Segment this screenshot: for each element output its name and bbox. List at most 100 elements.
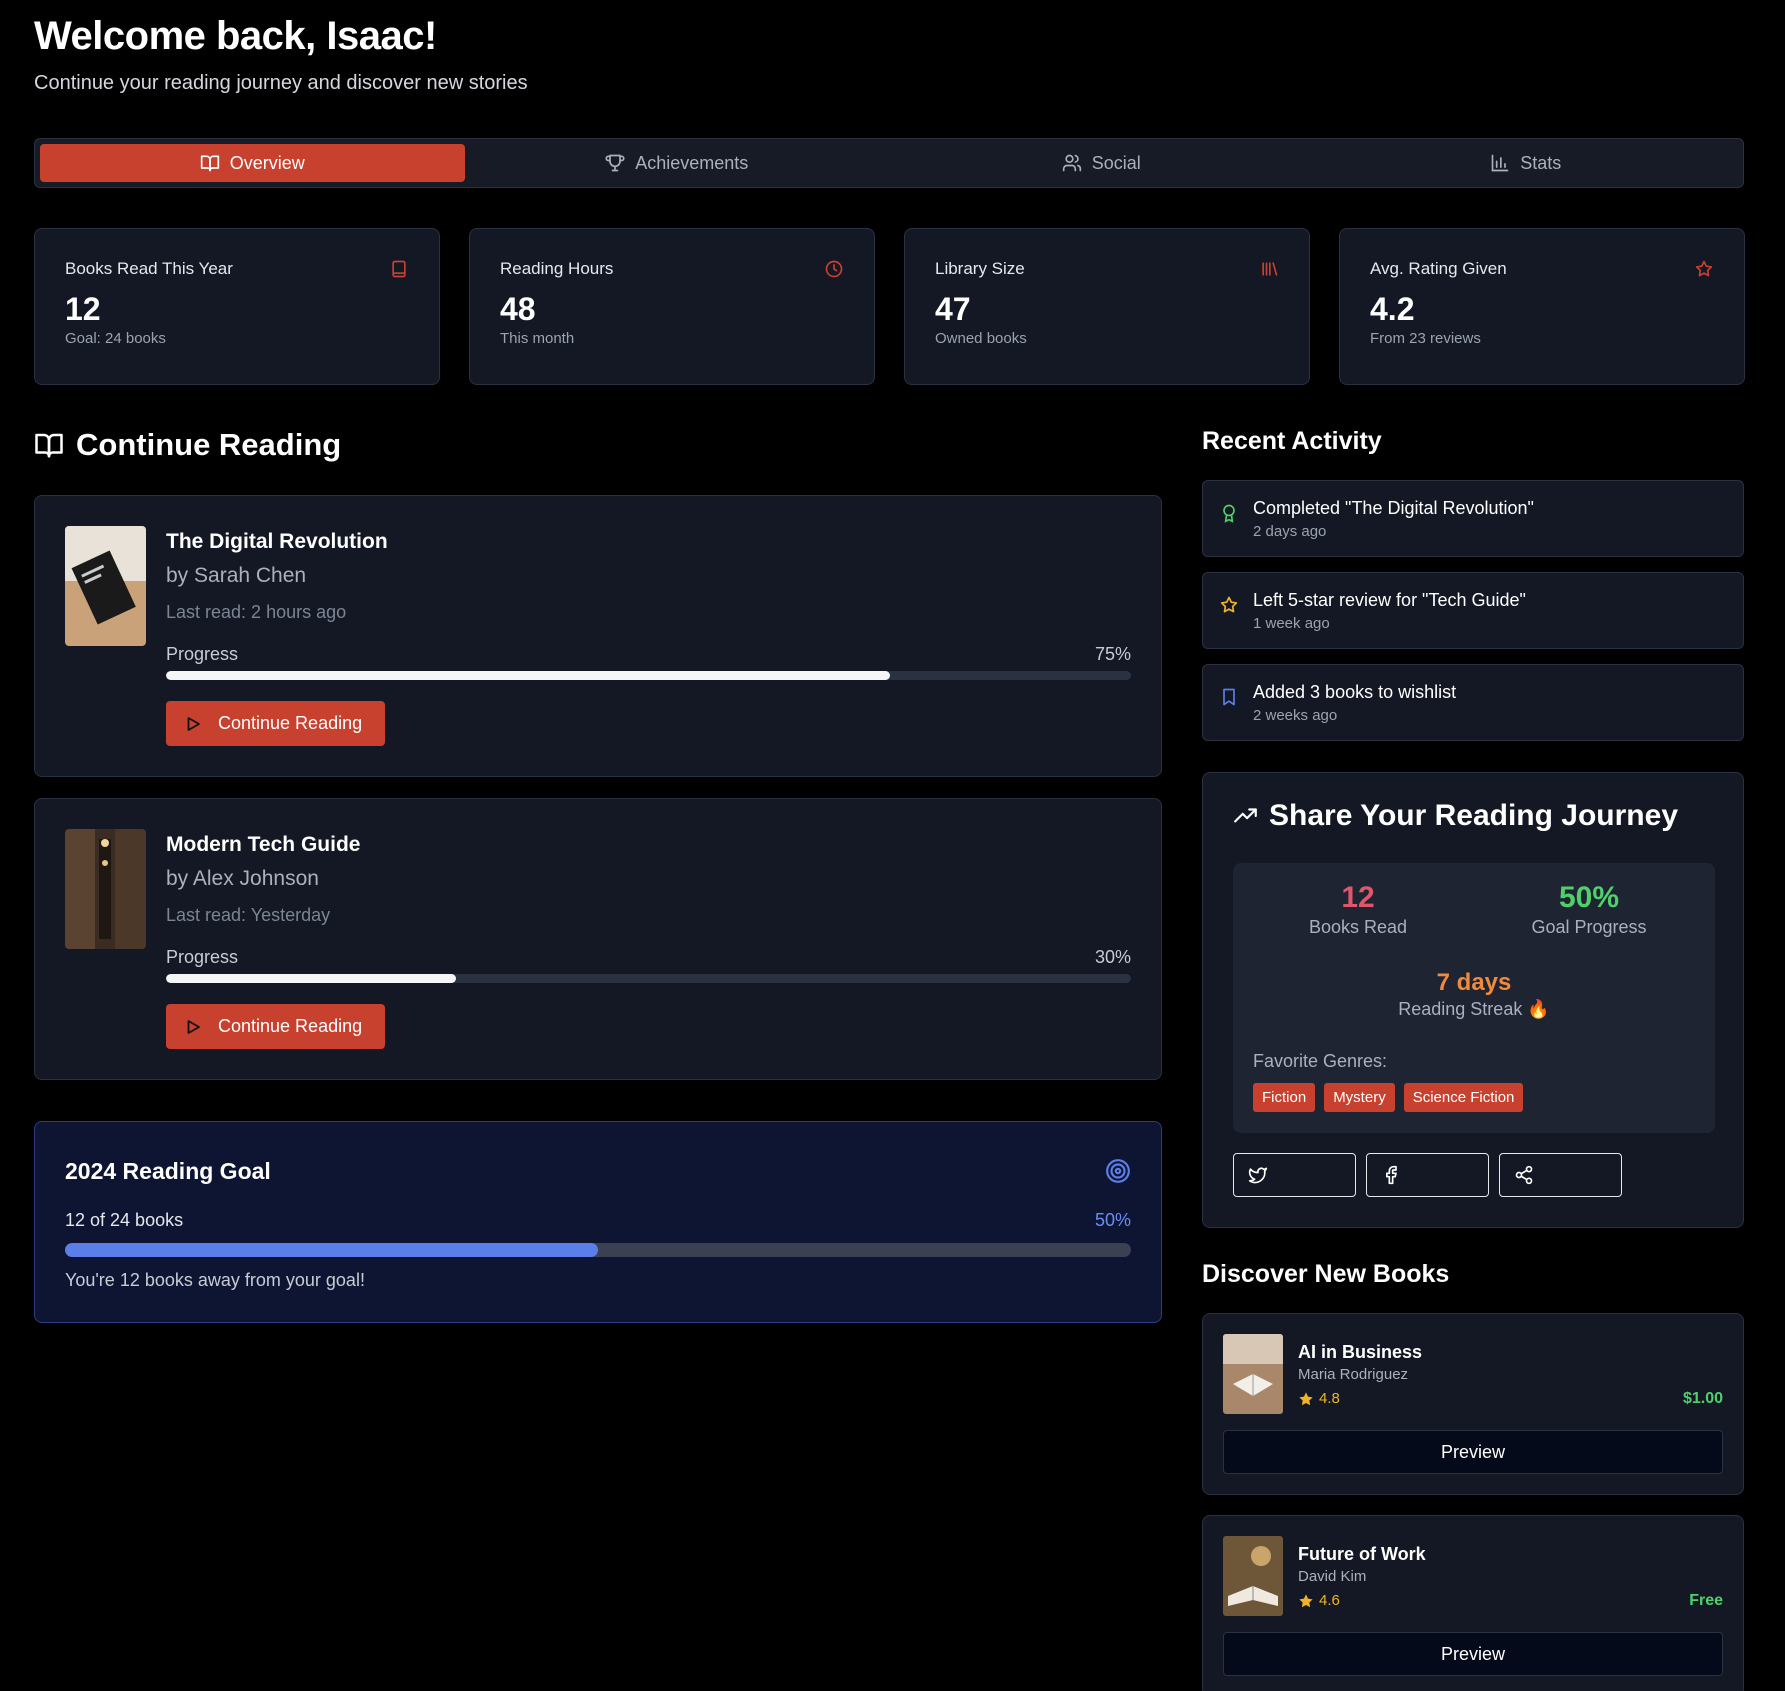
stat-value: 48 xyxy=(500,291,536,327)
stat-label: Avg. Rating Given xyxy=(1370,259,1507,278)
activity-time: 2 weeks ago xyxy=(1253,707,1338,724)
award-icon xyxy=(1223,504,1235,523)
progress-bar xyxy=(166,974,1131,983)
continue-reading-button[interactable]: Continue Reading xyxy=(166,1004,385,1049)
goal-summary: 12 of 24 books xyxy=(65,1210,184,1230)
share-facebook-button[interactable] xyxy=(1366,1153,1489,1197)
share-journey-card: Share Your Reading Journey 12 Books Read… xyxy=(1202,772,1744,1228)
facebook-icon xyxy=(1386,1165,1397,1185)
book-cover xyxy=(65,526,146,646)
share-streak-value: 7 days xyxy=(1436,969,1512,996)
genre-tag[interactable]: Science Fiction xyxy=(1403,1083,1524,1112)
book-icon xyxy=(392,260,406,278)
genre-tag[interactable]: Fiction xyxy=(1253,1083,1316,1112)
book-cover-image xyxy=(1223,1334,1283,1414)
stat-card-reading-hours: Reading Hours 48 This month xyxy=(469,228,875,385)
activity-item: Completed "The Digital Revolution" 2 day… xyxy=(1202,480,1744,557)
library-icon xyxy=(1262,262,1278,276)
share-books-read-label: Books Read xyxy=(1308,917,1408,937)
continue-reading-button[interactable]: Continue Reading xyxy=(166,701,385,746)
book-last-read: Last read: Yesterday xyxy=(166,905,331,925)
discover-book-title: AI in Business xyxy=(1298,1342,1423,1362)
stat-sub: This month xyxy=(500,330,575,347)
discover-book-price: $1.00 xyxy=(1682,1390,1723,1407)
favorite-genres-label: Favorite Genres: xyxy=(1253,1051,1388,1071)
stat-card-library-size: Library Size 47 Owned books xyxy=(904,228,1310,385)
goal-message: You're 12 books away from your goal! xyxy=(65,1270,365,1290)
book-cover xyxy=(65,829,146,949)
book-author: by Sarah Chen xyxy=(166,564,307,587)
preview-button[interactable]: Preview xyxy=(1223,1430,1723,1474)
stat-card-avg-rating: Avg. Rating Given 4.2 From 23 reviews xyxy=(1339,228,1745,385)
clock-icon xyxy=(825,260,843,278)
share-books-read: 12 Books Read xyxy=(1258,881,1458,938)
book-cover-image xyxy=(65,829,146,949)
share-icon xyxy=(1515,1165,1533,1185)
stat-sub: Owned books xyxy=(935,330,1027,347)
tab-label: Achievements xyxy=(635,152,749,173)
share-goal-progress-label: Goal Progress xyxy=(1531,917,1647,937)
book-author: by Alex Johnson xyxy=(166,867,319,890)
share-link-button[interactable] xyxy=(1499,1153,1622,1197)
users-icon xyxy=(1062,154,1081,172)
tab-stats[interactable]: Stats xyxy=(1314,144,1739,182)
share-streak-label: Reading Streak 🔥 xyxy=(1398,999,1550,1019)
tab-label: Social xyxy=(1091,152,1141,173)
star-filled-icon xyxy=(1299,1391,1313,1405)
twitter-icon xyxy=(1248,1167,1268,1184)
genre-tag[interactable]: Mystery xyxy=(1324,1083,1395,1112)
stat-value: 12 xyxy=(65,291,101,327)
discover-book-card: AI in Business Maria Rodriguez 4.8 $1.00… xyxy=(1202,1313,1744,1495)
tab-label: Overview xyxy=(229,152,305,173)
tab-overview[interactable]: Overview xyxy=(40,144,465,182)
target-icon xyxy=(1106,1159,1130,1183)
share-goal-progress-value: 50% xyxy=(1558,881,1620,914)
tab-bar: Overview Achievements Social Stats xyxy=(34,138,1744,188)
preview-button[interactable]: Preview xyxy=(1223,1632,1723,1676)
activity-text: Left 5-star review for "Tech Guide" xyxy=(1253,590,1526,610)
discover-book-author: David Kim xyxy=(1298,1568,1367,1585)
book-card-digital-revolution: The Digital Revolution by Sarah Chen Las… xyxy=(34,495,1162,777)
share-title: Share Your Reading Journey xyxy=(1269,799,1678,832)
book-last-read: Last read: 2 hours ago xyxy=(166,602,347,622)
stat-label: Library Size xyxy=(935,259,1025,278)
goal-title: 2024 Reading Goal xyxy=(65,1158,271,1184)
stat-sub: From 23 reviews xyxy=(1370,330,1481,347)
share-streak: 7 days Reading Streak 🔥 xyxy=(1374,969,1574,1020)
tab-achievements[interactable]: Achievements xyxy=(465,144,890,182)
activity-item: Added 3 books to wishlist 2 weeks ago xyxy=(1202,664,1744,741)
star-icon xyxy=(1695,260,1713,277)
discover-book-card: Future of Work David Kim 4.6 Free Previe… xyxy=(1202,1515,1744,1691)
discover-book-cover xyxy=(1223,1536,1283,1616)
progress-percent: 75% xyxy=(1094,644,1131,664)
book-open-icon xyxy=(35,433,63,458)
goal-progress-bar xyxy=(65,1243,1131,1257)
share-books-read-value: 12 xyxy=(1341,881,1375,914)
stat-card-books-read: Books Read This Year 12 Goal: 24 books xyxy=(34,228,440,385)
trending-up-icon xyxy=(1234,808,1257,823)
progress-bar xyxy=(166,671,1131,680)
discover-heading: Discover New Books xyxy=(1202,1260,1450,1288)
activity-time: 2 days ago xyxy=(1253,523,1327,540)
button-label: Continue Reading xyxy=(218,1016,363,1036)
activity-text: Added 3 books to wishlist xyxy=(1253,682,1457,702)
share-summary: 12 Books Read 50% Goal Progress 7 days R… xyxy=(1233,863,1715,1133)
section-title: Continue Reading xyxy=(76,427,342,462)
continue-reading-heading: Continue Reading xyxy=(34,427,341,463)
discover-book-rating: 4.8 xyxy=(1298,1390,1340,1407)
genre-tags: Fiction Mystery Science Fiction xyxy=(1253,1083,1524,1112)
rating-value: 4.6 xyxy=(1319,1592,1340,1609)
book-cover-image xyxy=(65,526,146,646)
share-goal-progress: 50% Goal Progress xyxy=(1489,881,1689,938)
button-label: Continue Reading xyxy=(218,713,363,733)
share-twitter-button[interactable] xyxy=(1233,1153,1356,1197)
star-filled-icon xyxy=(1299,1593,1313,1607)
stat-label: Reading Hours xyxy=(500,259,614,278)
discover-book-cover xyxy=(1223,1334,1283,1414)
recent-activity-heading: Recent Activity xyxy=(1202,427,1382,455)
progress-label: Progress xyxy=(166,644,239,664)
book-cover-image xyxy=(1223,1536,1283,1616)
page-title: Welcome back, Isaac! xyxy=(34,14,437,58)
play-icon xyxy=(187,716,200,731)
tab-social[interactable]: Social xyxy=(889,144,1314,182)
